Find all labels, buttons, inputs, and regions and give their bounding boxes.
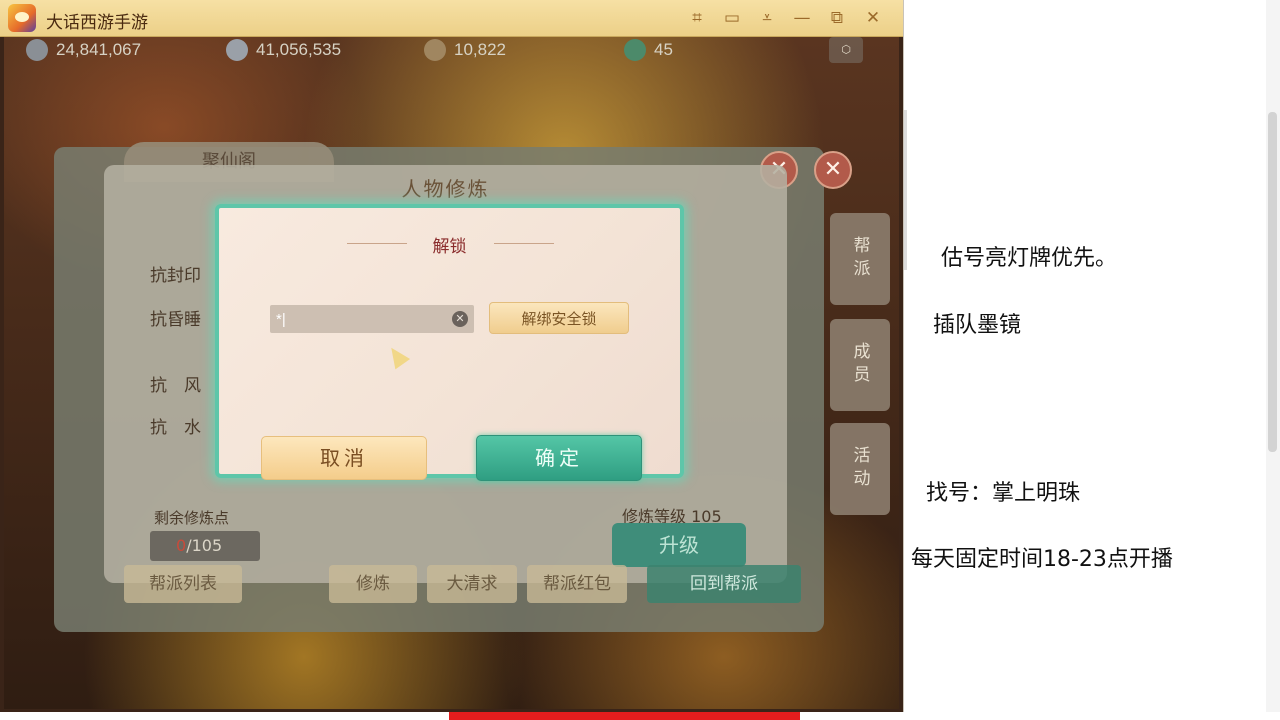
side-tab-members[interactable]: 成员 [830,319,890,411]
resist-row[interactable]: 抗封印 [150,261,201,286]
window-title: 大话西游手游 [46,13,148,33]
crop-icon[interactable]: ⌗ [682,3,712,33]
chat-icon[interactable]: ▭ [717,3,747,33]
note-line: 每天固定时间18-23点开播 [911,547,1173,572]
panel-title: 人物修炼 [401,177,490,201]
restore-icon[interactable]: ⧉ [822,3,852,33]
jade-icon [624,39,646,61]
remaining-points-label: 剩余修炼点 [154,509,230,527]
silver-coin-icon [26,39,48,61]
upgrade-button[interactable]: 升级 [612,523,746,567]
title-ornament [494,243,554,244]
resource-coins: 41,056,535 [226,37,341,63]
points-current: 0 [176,536,187,555]
cultivate-button[interactable]: 修炼 [329,565,417,603]
red-packet-button[interactable]: 帮派红包 [527,565,627,603]
emulator-window: 大话西游手游 ⌗ ▭ ⩡ — ⧉ ✕ 24,841,067 41,056,535… [0,0,904,712]
resource-value: 41,056,535 [256,40,342,59]
points-bar: 0/105 [150,531,260,561]
note-line: 插队墨镜 [933,313,1022,338]
clear-input-icon[interactable]: ✕ [452,311,468,327]
minimize-icon[interactable]: — [787,3,817,33]
resist-row[interactable]: 抗 水 [150,413,201,438]
gold-ingot-icon [424,39,446,61]
cancel-button[interactable]: 取消 [261,436,427,480]
scrollbar-thumb[interactable] [1268,112,1277,452]
resource-value: 24,841,067 [56,40,142,59]
unlock-dialog: 解锁 ✕ 解绑安全锁 取消 确定 [215,204,684,481]
progress-bar [449,712,800,720]
unbind-security-lock-button[interactable]: 解绑安全锁 [489,302,629,334]
divider [904,110,907,270]
dropdown-icon[interactable]: ⩡ [752,3,782,33]
confirm-button[interactable]: 确定 [476,435,642,481]
note-line: 估号亮灯牌优先。 [941,246,1118,271]
points-total: /105 [186,536,223,555]
resource-silver: 24,841,067 [26,37,141,63]
note-line: 找号：掌上明珠 [926,481,1081,506]
title-bar: 大话西游手游 ⌗ ▭ ⩡ — ⧉ ✕ [0,0,903,37]
gang-list-button[interactable]: 帮派列表 [124,565,242,603]
return-gang-button[interactable]: 回到帮派 [647,565,801,603]
resource-value: 45 [654,40,673,59]
resist-row[interactable]: 抗 风 [150,371,201,396]
side-tab-activity[interactable]: 活动 [830,423,890,515]
resource-gold: 10,822 [424,37,506,63]
password-input[interactable] [270,305,474,333]
resource-value: 10,822 [454,40,506,59]
resource-jade: 45 [624,37,673,63]
app-logo-icon [8,4,36,32]
resist-row[interactable]: 抗昏睡 [150,305,201,330]
coin-stack-icon [226,39,248,61]
corner-badge[interactable]: ⬡ [829,37,863,63]
request-button[interactable]: 大清求 [427,565,517,603]
close-icon[interactable]: ✕ [814,151,852,189]
close-icon[interactable]: ✕ [858,3,888,33]
side-tab-gang[interactable]: 帮派 [830,213,890,305]
dialog-title: 解锁 [432,237,467,257]
